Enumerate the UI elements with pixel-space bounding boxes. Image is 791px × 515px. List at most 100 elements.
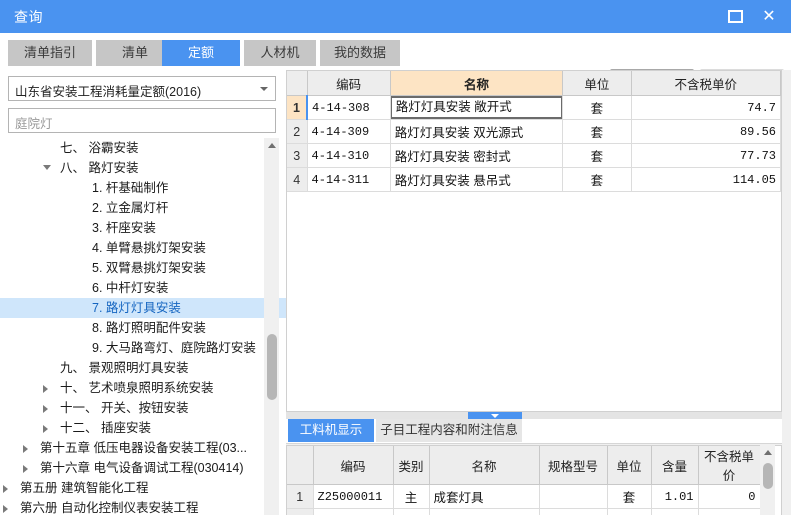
column-header[interactable]: 单位: [562, 71, 632, 96]
tree-item[interactable]: 十二、 插座安装: [0, 418, 286, 438]
scrollbar-thumb[interactable]: [763, 463, 773, 489]
cell-unit[interactable]: 套: [562, 143, 632, 168]
tree-item[interactable]: 1. 杆基础制作: [0, 178, 286, 198]
cell-code[interactable]: 4-14-308: [307, 95, 391, 120]
cell-code[interactable]: Z25000011: [313, 484, 394, 509]
cell-name[interactable]: 路灯灯具安装 密封式: [390, 143, 564, 168]
cell-price[interactable]: 74.7: [631, 95, 781, 120]
row-number[interactable]: 2: [287, 119, 308, 144]
tab-dinge[interactable]: 定额: [162, 40, 240, 66]
tree-item[interactable]: 5. 双臂悬挑灯架安装: [0, 258, 286, 278]
bottom-tab-gongliaoji[interactable]: 工料机显示: [288, 419, 374, 442]
column-header[interactable]: 不含税单价: [631, 71, 781, 96]
tree-item[interactable]: 7. 路灯灯具安装: [0, 298, 286, 318]
tree-item[interactable]: 9. 大马路弯灯、庭院路灯安装: [0, 338, 286, 358]
chevron-down-icon[interactable]: [43, 165, 51, 170]
cell-unit[interactable]: 套: [607, 484, 652, 509]
cell-quantity[interactable]: 1.01: [651, 484, 699, 509]
tree-item[interactable]: 九、 景观照明灯具安装: [0, 358, 286, 378]
row-number[interactable]: 1: [287, 95, 309, 120]
panel-splitter[interactable]: [286, 412, 782, 419]
bottom-tab-zimu-info[interactable]: 子目工程内容和附注信息: [376, 419, 522, 442]
active-cell[interactable]: 路灯灯具安装 敞开式: [390, 96, 562, 119]
column-header[interactable]: [287, 446, 314, 485]
tree-item[interactable]: 八、 路灯安装: [0, 158, 286, 178]
tree-item[interactable]: 2. 立金属灯杆: [0, 198, 286, 218]
tree-item[interactable]: 6. 中杆灯安装: [0, 278, 286, 298]
table-row[interactable]: 1 Z25000011 主成套灯具 套 1.01 0: [287, 484, 761, 509]
tree-item[interactable]: 3. 杆座安装: [0, 218, 286, 238]
close-button[interactable]: ✕: [755, 0, 783, 33]
library-select[interactable]: 山东省安装工程消耗量定额(2016): [8, 76, 276, 101]
column-header[interactable]: 单位: [607, 446, 652, 485]
cell-code[interactable]: 4-14-309: [307, 119, 391, 144]
tree-item[interactable]: 七、 浴霸安装: [0, 138, 286, 158]
tree-item[interactable]: 第十五章 低压电器设备安装工程(03...: [0, 438, 286, 458]
table-row[interactable]: 1 4-14-308 路灯灯具安装 敞开式套 74.7: [287, 95, 781, 120]
scroll-up-button[interactable]: [760, 445, 775, 460]
cell-quantity[interactable]: 0.339: [651, 508, 699, 515]
cell-name[interactable]: 路灯灯具安装 悬吊式: [390, 167, 564, 192]
cell-unit[interactable]: 套: [562, 119, 632, 144]
tab-wodeshuju[interactable]: 我的数据: [320, 40, 400, 66]
cell-name[interactable]: 路灯灯具安装 双光源式: [390, 119, 564, 144]
chevron-right-icon[interactable]: [23, 445, 28, 453]
table-row[interactable]: 2 4-14-309 路灯灯具安装 双光源式套 89.56: [287, 119, 781, 144]
column-header[interactable]: 类别: [393, 446, 430, 485]
column-header[interactable]: [287, 71, 308, 96]
cell-name[interactable]: 综合工日(安装): [429, 508, 540, 515]
table-row[interactable]: 3 4-14-310 路灯灯具安装 密封式套 77.73: [287, 143, 781, 168]
gongliaoji-scrollbar[interactable]: [760, 445, 775, 515]
row-number[interactable]: 1: [287, 484, 314, 509]
column-header[interactable]: 编码: [307, 71, 391, 96]
tree-item[interactable]: 第五册 建筑智能化工程: [0, 478, 286, 498]
maximize-button[interactable]: [721, 0, 749, 33]
column-header[interactable]: 名称: [429, 446, 540, 485]
tree-item[interactable]: 4. 单臂悬挑灯架安装: [0, 238, 286, 258]
tree-item[interactable]: 十一、 开关、按钮安装: [0, 398, 286, 418]
tree-item[interactable]: 第十六章 电气设备调试工程(030414): [0, 458, 286, 478]
scrollbar-thumb[interactable]: [267, 334, 277, 400]
cell-price[interactable]: 89.56: [631, 119, 781, 144]
cell-spec[interactable]: [539, 508, 608, 515]
cell-unit[interactable]: 工日: [607, 508, 652, 515]
cell-spec[interactable]: [539, 484, 608, 509]
search-input[interactable]: 庭院灯: [8, 108, 276, 133]
cell-price[interactable]: 114.05: [631, 167, 781, 192]
tab-qingdan-zhiyin[interactable]: 清单指引: [8, 40, 92, 66]
column-header[interactable]: 编码: [313, 446, 394, 485]
cell-price[interactable]: 77.73: [631, 143, 781, 168]
cell-unit[interactable]: 套: [562, 167, 632, 192]
cell-category[interactable]: 主: [393, 484, 430, 509]
chevron-right-icon[interactable]: [3, 505, 8, 513]
row-number[interactable]: 2: [287, 508, 314, 515]
chevron-right-icon[interactable]: [43, 405, 48, 413]
column-header[interactable]: 规格型号: [539, 446, 608, 485]
table-row[interactable]: 200010030人综合工日(安装) 工日0.339138: [287, 508, 761, 515]
cell-code[interactable]: 4-14-311: [307, 167, 391, 192]
column-header[interactable]: 含量: [651, 446, 699, 485]
cell-price[interactable]: 138: [698, 508, 761, 515]
row-number[interactable]: 3: [287, 143, 308, 168]
chapter-tree[interactable]: 七、 浴霸安装 八、 路灯安装 1. 杆基础制作 2. 立金属灯杆 3. 杆座安装 4. …: [0, 138, 286, 515]
cell-price[interactable]: 0: [698, 484, 761, 509]
chevron-right-icon[interactable]: [43, 425, 48, 433]
splitter-collapse-handle[interactable]: [468, 412, 522, 419]
cell-unit[interactable]: 套: [562, 95, 632, 120]
tab-rencaiji[interactable]: 人材机: [244, 40, 316, 66]
row-number[interactable]: 4: [287, 167, 308, 192]
cell-code[interactable]: 00010030: [313, 508, 394, 515]
cell-category[interactable]: 人: [393, 508, 430, 515]
scroll-up-button[interactable]: [264, 138, 279, 153]
table-row[interactable]: 4 4-14-311 路灯灯具安装 悬吊式套 114.05: [287, 167, 781, 192]
column-header[interactable]: 不含税单价: [698, 446, 761, 485]
tree-scrollbar[interactable]: [264, 138, 279, 515]
tree-item[interactable]: 8. 路灯照明配件安装: [0, 318, 286, 338]
cell-name[interactable]: 路灯灯具安装 敞开式: [390, 95, 564, 120]
chevron-right-icon[interactable]: [43, 385, 48, 393]
chevron-right-icon[interactable]: [3, 485, 8, 493]
chevron-right-icon[interactable]: [23, 465, 28, 473]
tree-item[interactable]: 十、 艺术喷泉照明系统安装: [0, 378, 286, 398]
tree-item[interactable]: 第六册 自动化控制仪表安装工程: [0, 498, 286, 515]
cell-name[interactable]: 成套灯具: [429, 484, 540, 509]
